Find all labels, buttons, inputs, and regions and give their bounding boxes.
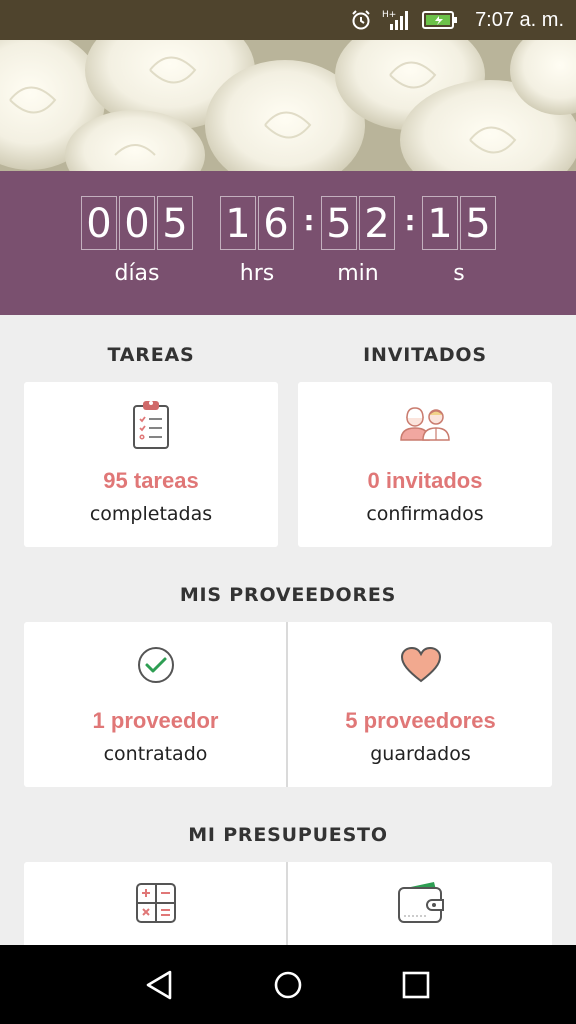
guardados-sub: guardados xyxy=(370,743,471,765)
guests-couple-icon xyxy=(400,407,450,441)
wallet-icon xyxy=(397,882,444,923)
proveedor-contratado-tile[interactable]: 1 proveedor contratado xyxy=(24,622,287,787)
countdown-minutes: 5 2 xyxy=(321,196,397,250)
presupuesto-calculator-tile[interactable] xyxy=(24,862,287,945)
invitados-title: INVITADOS xyxy=(363,344,487,366)
tareas-title: TAREAS xyxy=(107,344,195,366)
check-circle-icon xyxy=(137,647,174,683)
signal-icon: H+ xyxy=(382,10,408,30)
wedding-countdown: 0 0 5 1 6 : 5 2 : 1 5 días hrs min s xyxy=(0,171,576,315)
contratado-count: 1 proveedor xyxy=(92,708,219,733)
proveedores-card: 1 proveedor contratado 5 proveedores gua… xyxy=(24,622,552,787)
status-bar: H+ 7:07 a. m. xyxy=(0,0,576,40)
minutes-digit: 5 xyxy=(321,196,357,250)
days-label: días xyxy=(114,261,160,286)
back-icon[interactable] xyxy=(142,967,178,1003)
status-time: 7:07 a. m. xyxy=(475,9,564,31)
contratado-sub: contratado xyxy=(103,743,208,765)
days-digit: 0 xyxy=(119,196,155,250)
hours-digit: 1 xyxy=(220,196,256,250)
proveedores-title: MIS PROVEEDORES xyxy=(179,584,397,606)
battery-icon xyxy=(422,11,457,29)
hours-digit: 6 xyxy=(258,196,294,250)
tareas-sub: completadas xyxy=(89,503,213,525)
presupuesto-title: MI PRESUPUESTO xyxy=(188,824,388,846)
presupuesto-card xyxy=(24,862,552,945)
svg-text:H+: H+ xyxy=(382,10,396,20)
seconds-label: s xyxy=(453,261,465,286)
card-divider xyxy=(286,622,288,787)
seconds-digit: 1 xyxy=(422,196,458,250)
minutes-digit: 2 xyxy=(359,196,395,250)
invitados-count: 0 invitados xyxy=(367,468,483,493)
heart-icon xyxy=(400,646,441,683)
seconds-digit: 5 xyxy=(460,196,496,250)
proveedor-guardados-tile[interactable]: 5 proveedores guardados xyxy=(289,622,552,787)
home-icon[interactable] xyxy=(270,967,306,1003)
hero-roses-image xyxy=(0,40,576,171)
invitados-sub: confirmados xyxy=(366,503,484,525)
guardados-count: 5 proveedores xyxy=(345,708,496,733)
status-icons: H+ xyxy=(350,7,458,33)
countdown-hours: 1 6 xyxy=(220,196,296,250)
days-digit: 0 xyxy=(81,196,117,250)
days-digit: 5 xyxy=(157,196,193,250)
colon-separator: : xyxy=(303,204,315,237)
alarm-icon xyxy=(352,10,370,30)
clipboard-checklist-icon xyxy=(133,401,169,449)
card-divider xyxy=(286,862,288,945)
colon-separator: : xyxy=(404,204,416,237)
countdown-seconds: 1 5 xyxy=(422,196,498,250)
navigation-bar xyxy=(0,945,576,1024)
invitados-card[interactable]: 0 invitados confirmados xyxy=(298,382,552,547)
recents-icon[interactable] xyxy=(398,967,434,1003)
tareas-card[interactable]: 95 tareas completadas xyxy=(24,382,278,547)
presupuesto-wallet-tile[interactable] xyxy=(289,862,552,945)
tareas-count: 95 tareas xyxy=(103,468,199,493)
countdown-days: 0 0 5 xyxy=(81,196,195,250)
calculator-icon xyxy=(135,883,176,923)
